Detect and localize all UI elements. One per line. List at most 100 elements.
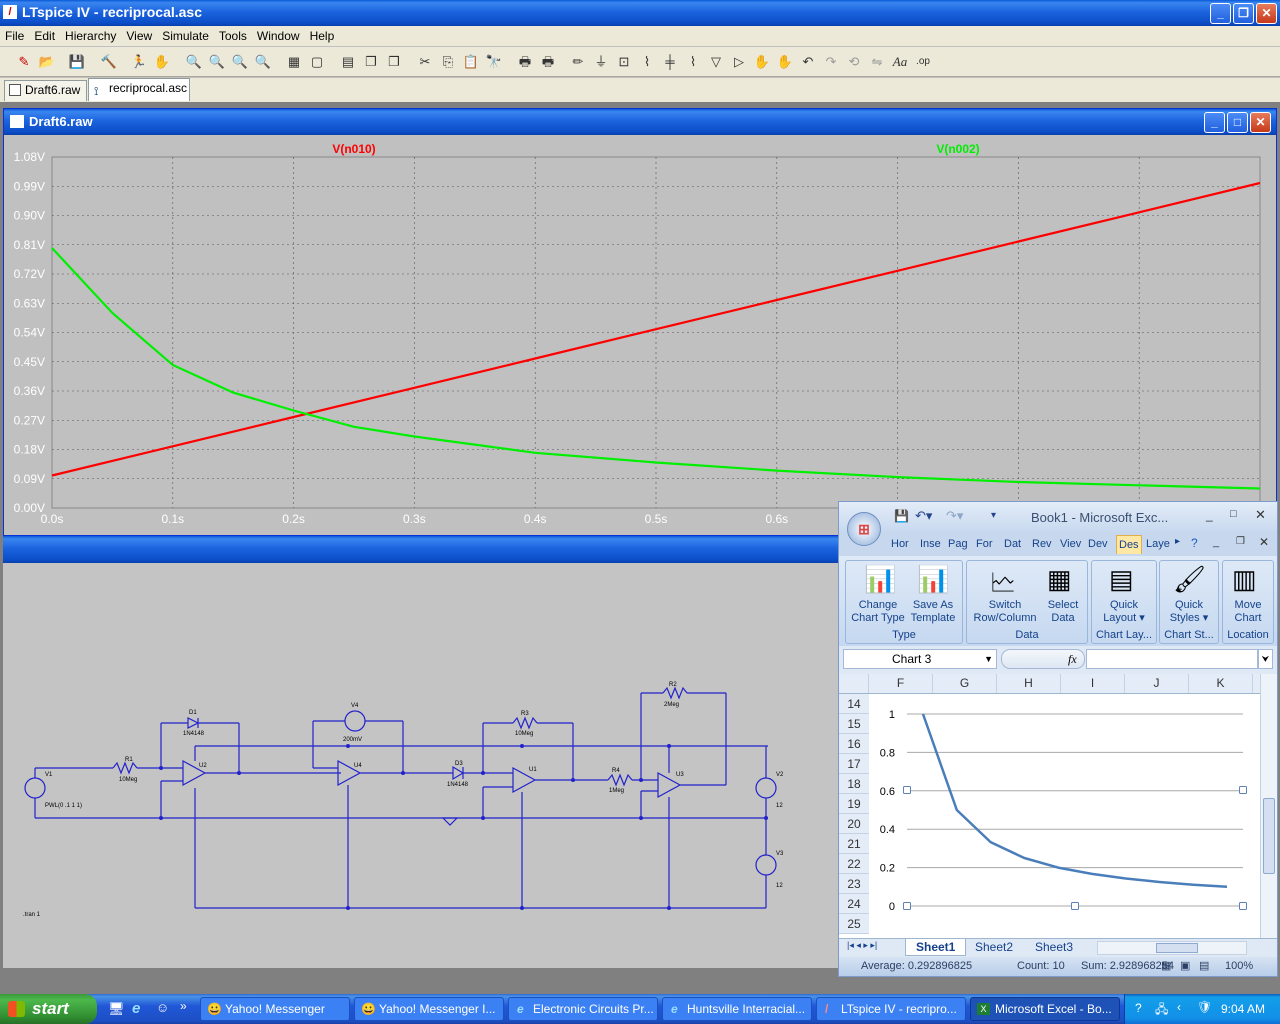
page-break-view-icon[interactable]: ▤: [1199, 959, 1209, 972]
excel-line-chart[interactable]: 10.80.60.40.2012345678910: [869, 694, 1260, 934]
scroll-thumb[interactable]: [1263, 798, 1275, 874]
capacitor-icon[interactable]: ╪: [660, 52, 680, 72]
waveform-plot[interactable]: 0.0s 0.1s 0.2s 0.3s 0.4s 0.5s 0.6s1.08V0.99V0.…: [4, 135, 1276, 535]
diode-icon[interactable]: ▽: [706, 52, 726, 72]
row-header[interactable]: 25: [839, 914, 869, 934]
embedded-chart[interactable]: 10.80.60.40.2012345678910: [869, 694, 1260, 934]
start-button[interactable]: start: [0, 994, 97, 1024]
undo-icon[interactable]: ↶: [798, 52, 818, 72]
menu-window[interactable]: Window: [252, 26, 305, 46]
save-icon[interactable]: 💾: [67, 52, 87, 72]
spice-directive-tran[interactable]: .tran 1: [23, 912, 41, 918]
halt-icon[interactable]: ✋: [152, 52, 172, 72]
tab-recriprocal-asc[interactable]: ⟟ recriprocal.asc: [88, 78, 190, 101]
inductor-icon[interactable]: ⌇: [683, 52, 703, 72]
row-header[interactable]: 19: [839, 794, 869, 814]
tile-vertical-icon[interactable]: ❐: [384, 52, 404, 72]
quick-styles-button[interactable]: Quick Styles ▾: [1159, 599, 1219, 625]
menu-tools[interactable]: Tools: [214, 26, 252, 46]
quicklaunch-show-desktop-icon[interactable]: 🖥: [108, 1001, 125, 1017]
component-icon[interactable]: ▷: [729, 52, 749, 72]
ground-icon[interactable]: ⏚: [591, 52, 611, 72]
zoom-in-icon[interactable]: 🔍: [184, 52, 204, 72]
taskbar-item-excel[interactable]: X Microsoft Excel - Bo...: [970, 997, 1120, 1021]
find-icon[interactable]: 🔭: [484, 52, 504, 72]
quicklaunch-more-icon[interactable]: »: [180, 999, 187, 1013]
row-header[interactable]: 17: [839, 754, 869, 774]
restore-button[interactable]: ❐: [1233, 3, 1254, 24]
column-header[interactable]: K: [1189, 674, 1253, 693]
select-data-button[interactable]: Select Data: [1039, 599, 1087, 625]
column-header[interactable]: H: [997, 674, 1061, 693]
zoom-full-icon[interactable]: ▢: [307, 52, 327, 72]
mirror-icon[interactable]: ⇋: [867, 52, 887, 72]
resistor-icon[interactable]: ⌇: [637, 52, 657, 72]
row-header[interactable]: 23: [839, 874, 869, 894]
drag-icon[interactable]: ✋: [775, 52, 795, 72]
zoom-out-icon[interactable]: 🔍: [230, 52, 250, 72]
save-as-template-button[interactable]: Save As Template: [905, 599, 961, 625]
pan-icon[interactable]: 🔍: [207, 52, 227, 72]
text-icon[interactable]: Aa: [890, 52, 910, 72]
row-header[interactable]: 24: [839, 894, 869, 914]
taskbar-item-ltspice[interactable]: / LTspice IV - recripro...: [816, 997, 966, 1021]
page-layout-view-icon[interactable]: ▣: [1180, 959, 1190, 972]
zoom-fit-icon[interactable]: 🔍: [253, 52, 273, 72]
tray-expand-icon[interactable]: ‹: [1177, 1000, 1181, 1014]
taskbar-item-yahoo-messenger-im[interactable]: 😀 Yahoo! Messenger I...: [354, 997, 504, 1021]
print-icon[interactable]: 🖶: [538, 52, 558, 72]
open-icon[interactable]: 📂: [37, 52, 57, 72]
menu-simulate[interactable]: Simulate: [157, 26, 214, 46]
change-chart-type-button[interactable]: Change Chart Type: [847, 599, 909, 625]
quicklaunch-ie-icon[interactable]: e: [132, 1000, 140, 1017]
office-button[interactable]: ⊞: [847, 512, 881, 546]
taskbar-item-yahoo-messenger[interactable]: 😀 Yahoo! Messenger: [200, 997, 350, 1021]
normal-view-icon[interactable]: ▦: [1161, 959, 1171, 972]
sheet-tab-sheet2[interactable]: Sheet2: [967, 940, 1021, 954]
select-all-button[interactable]: [839, 674, 869, 693]
network-tray-icon[interactable]: 🖧: [1155, 1000, 1168, 1021]
menu-edit[interactable]: Edit: [29, 26, 60, 46]
switch-row-column-button[interactable]: Switch Row/Column: [967, 599, 1043, 625]
waveform-minimize-button[interactable]: _: [1204, 112, 1225, 133]
row-header[interactable]: 22: [839, 854, 869, 874]
row-header[interactable]: 20: [839, 814, 869, 834]
minimize-button[interactable]: _: [1210, 3, 1231, 24]
help-tray-icon[interactable]: ?: [1135, 1001, 1142, 1015]
taskbar-item-electronic-circuits[interactable]: e Electronic Circuits Pr...: [508, 997, 658, 1021]
label-net-icon[interactable]: ⊡: [614, 52, 634, 72]
wire-icon[interactable]: ✏: [568, 52, 588, 72]
taskbar-item-huntsville[interactable]: e Huntsville Interracial...: [662, 997, 812, 1021]
h-scroll-thumb[interactable]: [1156, 943, 1198, 953]
print-setup-icon[interactable]: 🖶: [515, 52, 535, 72]
sheet-tab-sheet1[interactable]: Sheet1: [905, 939, 967, 956]
rotate-icon[interactable]: ⟲: [844, 52, 864, 72]
row-header[interactable]: 15: [839, 714, 869, 734]
new-schematic-icon[interactable]: ✎: [14, 52, 34, 72]
tile-horizontal-icon[interactable]: ▤: [338, 52, 358, 72]
vertical-scrollbar[interactable]: [1260, 674, 1277, 938]
row-header[interactable]: 14: [839, 694, 869, 714]
autorange-icon[interactable]: ▦: [284, 52, 304, 72]
security-tray-icon[interactable]: 🛡: [1197, 1000, 1212, 1014]
row-header[interactable]: 21: [839, 834, 869, 854]
row-header[interactable]: 18: [839, 774, 869, 794]
name-box[interactable]: Chart 3 ▼: [843, 649, 997, 669]
move-chart-button[interactable]: Move Chart: [1222, 599, 1274, 625]
menu-file[interactable]: File: [0, 26, 29, 46]
zoom-level[interactable]: 100%: [1225, 960, 1253, 972]
column-header[interactable]: J: [1125, 674, 1189, 693]
run-icon[interactable]: 🏃: [129, 52, 149, 72]
formula-input[interactable]: [1086, 649, 1258, 669]
control-panel-icon[interactable]: 🔨: [99, 52, 119, 72]
cascade-icon[interactable]: ❐: [361, 52, 381, 72]
menu-hierarchy[interactable]: Hierarchy: [60, 26, 121, 46]
row-header[interactable]: 16: [839, 734, 869, 754]
horizontal-scrollbar[interactable]: [1097, 941, 1247, 955]
cut-icon[interactable]: ✂: [415, 52, 435, 72]
spice-directive-icon[interactable]: .op: [913, 52, 933, 72]
waveform-maximize-button[interactable]: □: [1227, 112, 1248, 133]
menu-help[interactable]: Help: [305, 26, 340, 46]
first-sheet-icon[interactable]: |◂ ◂ ▸ ▸|: [847, 940, 877, 951]
insert-function-button[interactable]: fx: [1068, 652, 1077, 667]
